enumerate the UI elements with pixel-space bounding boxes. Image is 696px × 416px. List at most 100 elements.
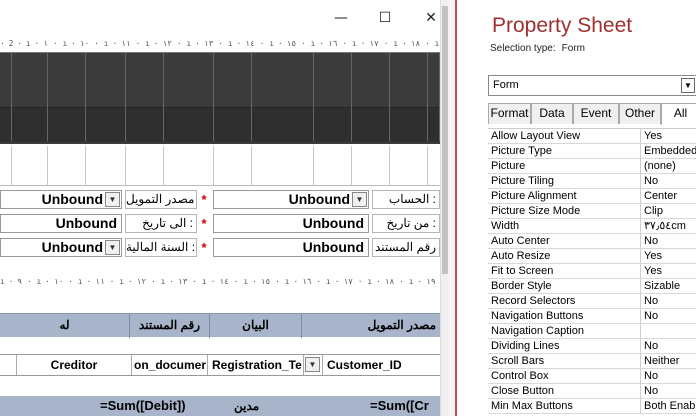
grid-cell[interactable]: [352, 146, 390, 186]
sum-credit-field[interactable]: =Sum([Cr: [370, 396, 440, 416]
column-divider: [640, 264, 641, 279]
property-value[interactable]: Yes: [644, 264, 696, 278]
form-header-section[interactable]: [0, 52, 440, 144]
property-row-border-style[interactable]: Border Style Sizable: [488, 279, 696, 294]
header-cell[interactable]: [164, 53, 214, 142]
chevron-down-icon[interactable]: ▼: [105, 192, 120, 207]
property-value[interactable]: Center: [644, 189, 696, 203]
chevron-down-icon[interactable]: ▼: [305, 357, 320, 372]
property-row-scroll-bars[interactable]: Scroll Bars Neither: [488, 354, 696, 369]
maximize-button[interactable]: ☐: [367, 6, 403, 30]
column-divider: [640, 369, 641, 384]
property-value[interactable]: No: [644, 234, 696, 248]
chevron-down-icon[interactable]: ▼: [352, 192, 367, 207]
header-cell[interactable]: [48, 53, 86, 142]
property-value[interactable]: Clip: [644, 204, 696, 218]
property-value[interactable]: No: [644, 384, 696, 398]
tab-all[interactable]: All: [661, 103, 696, 125]
property-row-min-max-buttons[interactable]: Min Max Buttons Both Enab: [488, 399, 696, 414]
from-date-field[interactable]: Unbound: [213, 214, 369, 233]
detail-fields-row[interactable]: Creditor on_documer Registration_Te ▼ Cu…: [0, 354, 440, 376]
property-row-fit-to-screen[interactable]: Fit to Screen Yes: [488, 264, 696, 279]
document-number-field[interactable]: Unbound: [213, 238, 369, 257]
property-value[interactable]: Yes: [644, 129, 696, 143]
grid-cell[interactable]: [214, 146, 252, 186]
column-header-document-number[interactable]: رقم المستند: [130, 314, 210, 338]
document-number-detail-field[interactable]: on_documer: [132, 355, 208, 375]
column-headers-row[interactable]: له رقم المستند البيان مصدر التمويل: [0, 313, 440, 338]
header-cell[interactable]: [214, 53, 252, 142]
account-combo[interactable]: Unbound ▼: [213, 190, 369, 209]
registration-type-dropdown[interactable]: ▼: [304, 355, 322, 375]
chevron-down-icon[interactable]: ▼: [105, 240, 120, 255]
property-value[interactable]: Yes: [644, 249, 696, 263]
property-value[interactable]: No: [644, 339, 696, 353]
sum-debit-field[interactable]: =Sum([Debit]): [100, 396, 210, 416]
grid-cell[interactable]: [0, 146, 12, 186]
grid-cell[interactable]: [126, 146, 164, 186]
property-name: Allow Layout View: [491, 130, 581, 142]
grid-cell[interactable]: [252, 146, 314, 186]
tab-event[interactable]: Event: [573, 103, 619, 124]
fiscal-year-combo[interactable]: Unbound ▼: [0, 238, 122, 257]
funding-source-combo[interactable]: Unbound ▼: [0, 190, 122, 209]
grid-cell[interactable]: [164, 146, 214, 186]
footer-totals-row[interactable]: =Sum([Debit]) مدين =Sum([Cr: [0, 396, 440, 416]
header-cell[interactable]: [0, 53, 12, 142]
tab-data[interactable]: Data: [531, 103, 573, 124]
property-row-close-button[interactable]: Close Button No: [488, 384, 696, 399]
property-row-control-box[interactable]: Control Box No: [488, 369, 696, 384]
property-row-auto-center[interactable]: Auto Center No: [488, 234, 696, 249]
column-header-funding-source[interactable]: مصدر التمويل: [302, 314, 440, 338]
header-cell[interactable]: [390, 53, 428, 142]
property-value[interactable]: Sizable: [644, 279, 696, 293]
header-cell[interactable]: [428, 53, 440, 142]
header-cell[interactable]: [314, 53, 352, 142]
property-value[interactable]: (none): [644, 159, 696, 173]
minimize-button[interactable]: —: [323, 6, 359, 30]
property-row-picture-alignment[interactable]: Picture Alignment Center: [488, 189, 696, 204]
property-value[interactable]: Embedded: [644, 144, 696, 158]
property-tabs: Format Data Event Other All: [488, 103, 696, 125]
property-value[interactable]: No: [644, 174, 696, 188]
creditor-field[interactable]: Creditor: [16, 355, 132, 375]
property-row-picture-size-mode[interactable]: Picture Size Mode Clip: [488, 204, 696, 219]
property-value[interactable]: No: [644, 309, 696, 323]
grid-cell[interactable]: [12, 146, 48, 186]
customer-id-field[interactable]: Customer_ID: [322, 355, 440, 375]
tab-format[interactable]: Format: [488, 103, 531, 124]
property-row-navigation-caption[interactable]: Navigation Caption: [488, 324, 696, 339]
object-selector-dropdown[interactable]: Form ▼: [488, 75, 696, 96]
property-row-picture[interactable]: Picture (none): [488, 159, 696, 174]
header-cell[interactable]: [252, 53, 314, 142]
property-row-picture-tiling[interactable]: Picture Tiling No: [488, 174, 696, 189]
header-cell[interactable]: [126, 53, 164, 142]
grid-cell[interactable]: [390, 146, 428, 186]
registration-type-field[interactable]: Registration_Te: [208, 355, 304, 375]
chevron-down-icon[interactable]: ▼: [681, 78, 695, 93]
property-row-allow-layout-view[interactable]: Allow Layout View Yes: [488, 129, 696, 144]
property-value[interactable]: No: [644, 294, 696, 308]
property-row-picture-type[interactable]: Picture Type Embedded: [488, 144, 696, 159]
grid-cell[interactable]: [314, 146, 352, 186]
property-value[interactable]: Both Enab: [644, 399, 696, 413]
header-grid-band[interactable]: [0, 146, 440, 186]
property-row-dividing-lines[interactable]: Dividing Lines No: [488, 339, 696, 354]
property-value[interactable]: ٣٧٫٥٤cm: [644, 219, 696, 233]
column-header-creditor[interactable]: له: [0, 314, 130, 338]
column-header-description[interactable]: البيان: [210, 314, 302, 338]
grid-cell[interactable]: [86, 146, 126, 186]
property-row-width[interactable]: Width ٣٧٫٥٤cm: [488, 219, 696, 234]
header-cell[interactable]: [352, 53, 390, 142]
to-date-field[interactable]: Unbound: [0, 214, 122, 233]
property-value[interactable]: Neither: [644, 354, 696, 368]
header-cell[interactable]: [86, 53, 126, 142]
grid-cell[interactable]: [48, 146, 86, 186]
property-row-auto-resize[interactable]: Auto Resize Yes: [488, 249, 696, 264]
property-row-record-selectors[interactable]: Record Selectors No: [488, 294, 696, 309]
property-value[interactable]: No: [644, 369, 696, 383]
tab-other[interactable]: Other: [619, 103, 661, 124]
property-row-navigation-buttons[interactable]: Navigation Buttons No: [488, 309, 696, 324]
designer-vertical-scrollbar[interactable]: [440, 0, 448, 416]
header-cell[interactable]: [12, 53, 48, 142]
